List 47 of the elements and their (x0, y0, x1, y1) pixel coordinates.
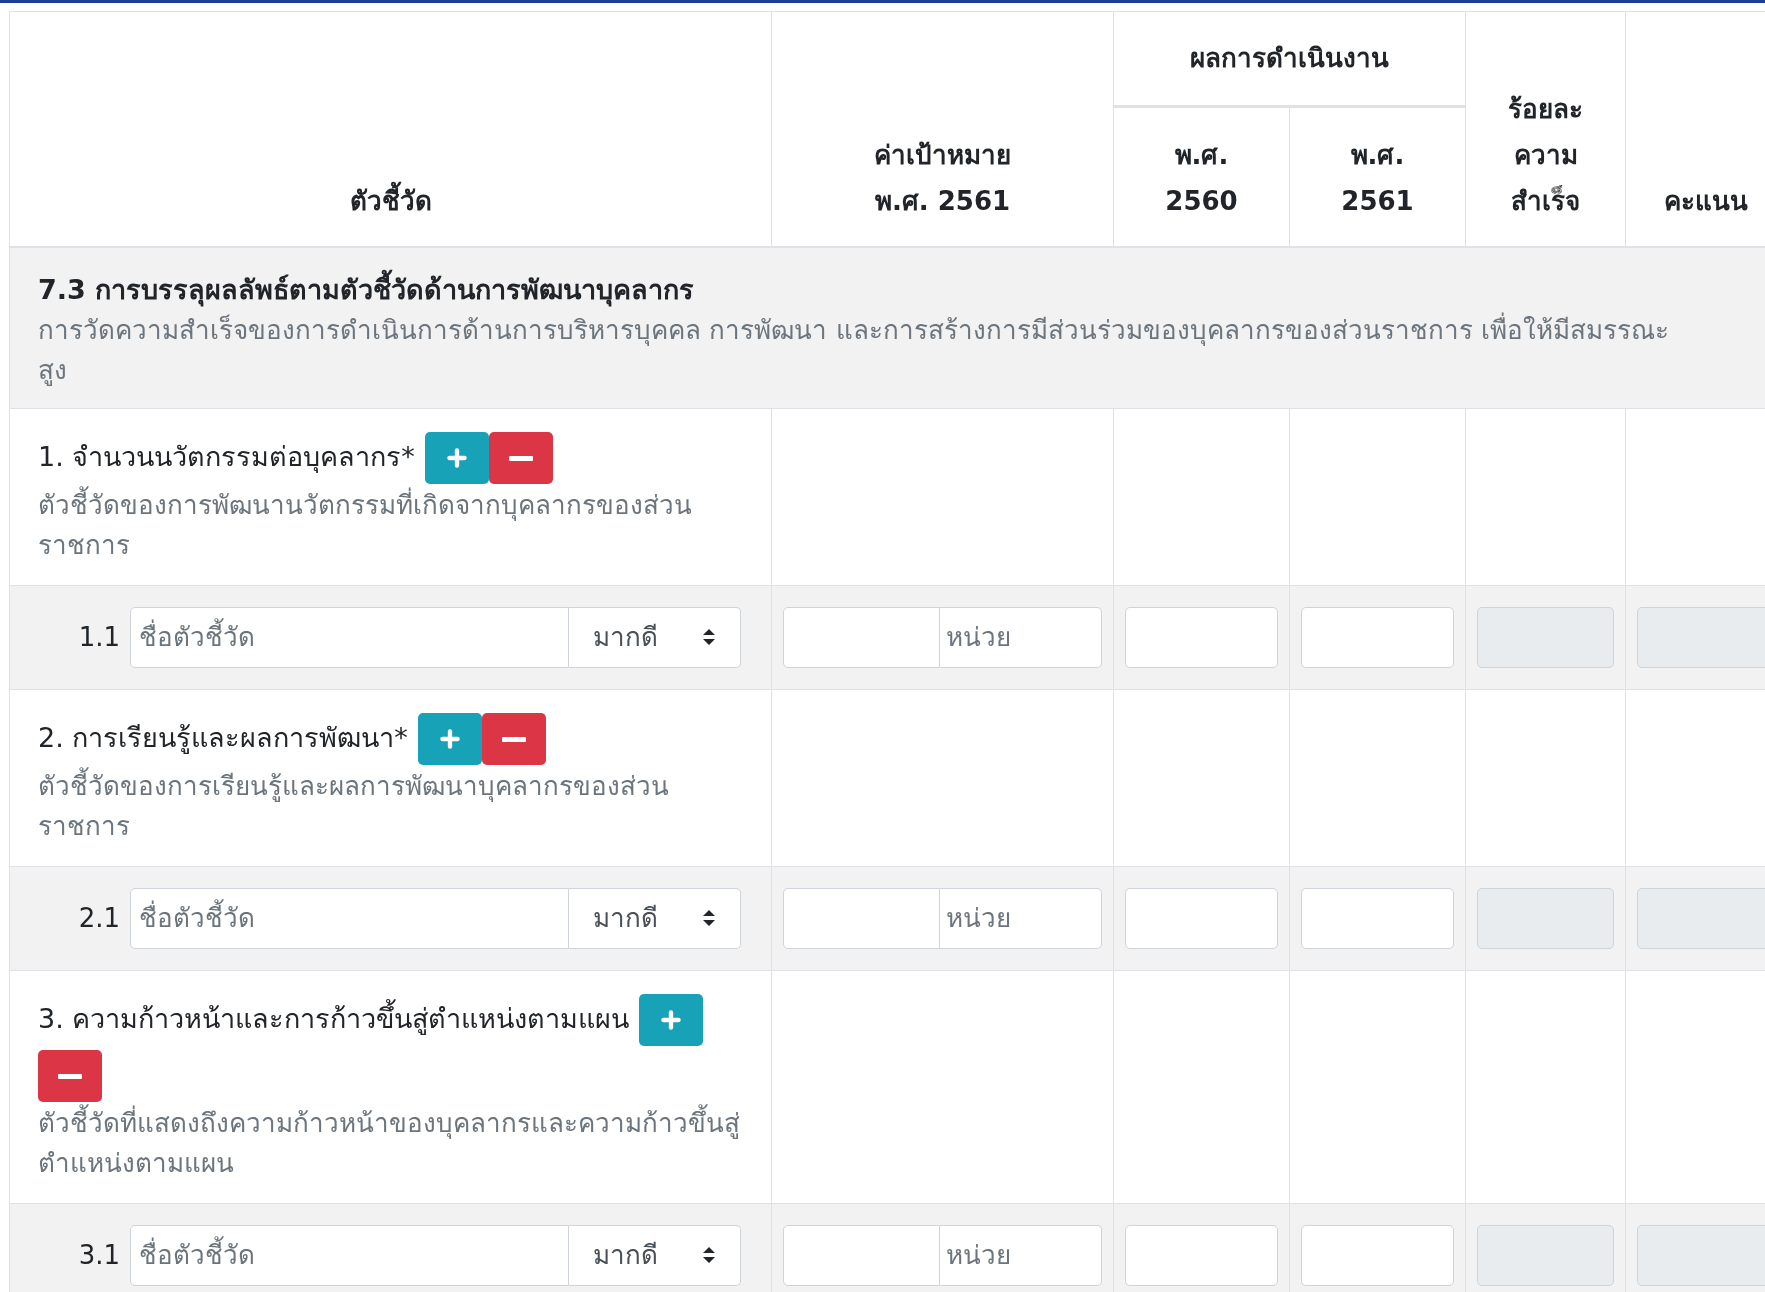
result-field[interactable] (1125, 606, 1278, 668)
column-header: ผลการดำเนินงาน (1190, 43, 1389, 73)
indicator-number: 2.1 (77, 901, 120, 935)
column-header: พ.ศ. 2560 (1165, 138, 1238, 218)
indicator-name-field[interactable]: ชื่อตัวชี้วัด (130, 1224, 569, 1286)
result-field[interactable] (1125, 1224, 1278, 1286)
target-field[interactable] (783, 887, 940, 949)
up-down-caret-icon (702, 628, 716, 646)
column-header: ค่าเป้าหมาย พ.ศ. 2561 (874, 138, 1011, 218)
unit-field[interactable]: หน่วย (940, 1224, 1102, 1286)
indicator-title: 1. จำนวนนวัตกรรมต่อบุคลากร* (38, 440, 415, 472)
minus-icon (508, 455, 533, 461)
remove-button[interactable] (488, 432, 553, 484)
target-field[interactable] (783, 1224, 940, 1286)
level-select[interactable]: มากดี (569, 606, 741, 668)
section-description: การวัดความสำเร็จของการดำเนินการด้านการบริหารบุคคล การพัฒนา และการสร้างการมีส่วนร่วมของบุคลากรของส่วนราชการ เพื่อให้มีสมรรณะสูง (38, 311, 1670, 388)
column-header: คะแนน (1663, 184, 1748, 218)
indicator-description: ตัวชี้วัดของการพัฒนานวัตกรรมที่เกิดจากบุคลากรของส่วนราชการ (38, 484, 743, 565)
result-field[interactable] (1301, 887, 1454, 949)
remove-button[interactable] (481, 713, 546, 765)
result-field[interactable] (1301, 606, 1454, 668)
up-down-caret-icon (702, 1246, 716, 1264)
level-select[interactable]: มากดี (569, 887, 741, 949)
indicator-name-field[interactable]: ชื่อตัวชี้วัด (130, 887, 569, 949)
unit-field[interactable]: หน่วย (940, 887, 1102, 949)
unit-field[interactable]: หน่วย (940, 606, 1102, 668)
indicator-title: 2. การเรียนรู้และผลการพัฒนา* (38, 721, 408, 753)
indicator-number: 1.1 (77, 620, 120, 654)
add-button[interactable] (639, 994, 704, 1046)
remove-button[interactable] (38, 1050, 102, 1102)
indicator-description: ตัวชี้วัดที่แสดงถึงความก้าวหน้าของบุคลากรและความก้าวขึ้นสู่ตำแหน่งตามแผน (38, 1102, 743, 1183)
minus-icon (501, 736, 526, 742)
indicator-description: ตัวชี้วัดของการเรียนรู้และผลการพัฒนาบุคลากรของส่วนราชการ (38, 765, 743, 846)
add-button[interactable] (424, 432, 489, 484)
result-field[interactable] (1301, 1224, 1454, 1286)
target-field[interactable] (783, 606, 940, 668)
up-down-caret-icon (702, 909, 716, 927)
result-field[interactable] (1125, 887, 1278, 949)
indicator-name-field[interactable]: ชื่อตัวชี้วัด (130, 606, 569, 668)
level-select[interactable]: มากดี (569, 1224, 741, 1286)
section-title: 7.3 การบรรลุผลลัพธ์ตามตัวชี้วัดด้านการพัฒนาบุคลากร (38, 269, 1757, 310)
indicator-number: 3.1 (77, 1238, 120, 1272)
column-header: ตัวชี้วัด (349, 177, 432, 224)
minus-icon (58, 1073, 82, 1079)
add-button[interactable] (417, 713, 482, 765)
column-header: พ.ศ. 2561 (1341, 138, 1414, 218)
column-header: ร้อยละ ความ สำเร็จ (1508, 92, 1583, 218)
